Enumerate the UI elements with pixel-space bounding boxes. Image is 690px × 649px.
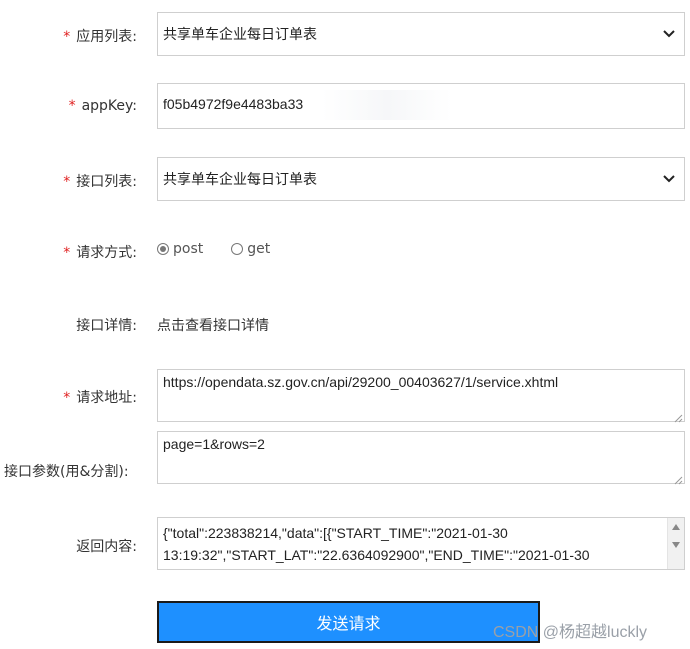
required-mark: *: [63, 245, 71, 261]
url-value: https://opendata.sz.gov.cn/api/29200_004…: [163, 374, 559, 390]
api-detail-link[interactable]: 点击查看接口详情: [157, 315, 269, 335]
required-mark: *: [63, 390, 71, 406]
api-list-label: * 接口列表:: [63, 174, 137, 190]
app-key-label: * appKey:: [68, 98, 137, 114]
send-request-button[interactable]: 发送请求: [157, 601, 540, 643]
response-scrollbar[interactable]: [667, 518, 684, 569]
chevron-down-icon: [662, 27, 676, 41]
api-detail-label: 接口详情:: [76, 318, 137, 334]
resize-grip-icon[interactable]: [673, 410, 683, 423]
chevron-down-icon: [662, 172, 676, 186]
app-list-value: 共享单车企业每日订单表: [163, 27, 317, 43]
url-textarea[interactable]: https://opendata.sz.gov.cn/api/29200_004…: [157, 369, 685, 423]
app-list-label: * 应用列表:: [63, 29, 137, 45]
app-list-select[interactable]: 共享单车企业每日订单表: [157, 12, 685, 56]
scroll-down-icon[interactable]: [672, 542, 680, 548]
required-mark: *: [63, 174, 71, 190]
params-value: page=1&rows=2: [163, 436, 265, 452]
method-post-radio[interactable]: post: [157, 241, 203, 257]
required-mark: *: [68, 98, 76, 114]
method-post-label: post: [173, 241, 204, 257]
resize-grip-icon[interactable]: [673, 472, 683, 485]
response-textarea[interactable]: {"total":223838214,"data":[{"START_TIME"…: [157, 517, 685, 570]
required-mark: *: [63, 29, 71, 45]
radio-unchecked-icon[interactable]: [231, 243, 244, 255]
method-get-label: get: [247, 241, 271, 257]
method-get-radio[interactable]: get: [231, 241, 270, 257]
params-label: 接口参数(用&分割):: [4, 464, 129, 480]
url-label: * 请求地址:: [63, 390, 137, 406]
response-label: 返回内容:: [76, 539, 137, 555]
method-label: * 请求方式:: [63, 245, 137, 261]
response-value: {"total":223838214,"data":[{"START_TIME"…: [163, 525, 590, 563]
scroll-up-icon[interactable]: [672, 524, 680, 530]
api-list-select[interactable]: 共享单车企业每日订单表: [157, 157, 685, 201]
watermark: CSDN @杨超越luckly: [493, 624, 648, 641]
method-radio-group: post get: [157, 241, 270, 257]
radio-checked-icon[interactable]: [157, 243, 169, 255]
params-textarea[interactable]: page=1&rows=2: [157, 431, 685, 485]
redaction-blur: [322, 90, 452, 120]
api-list-value: 共享单车企业每日订单表: [163, 172, 317, 188]
app-key-value: f05b4972f9e4483ba33: [163, 96, 304, 112]
